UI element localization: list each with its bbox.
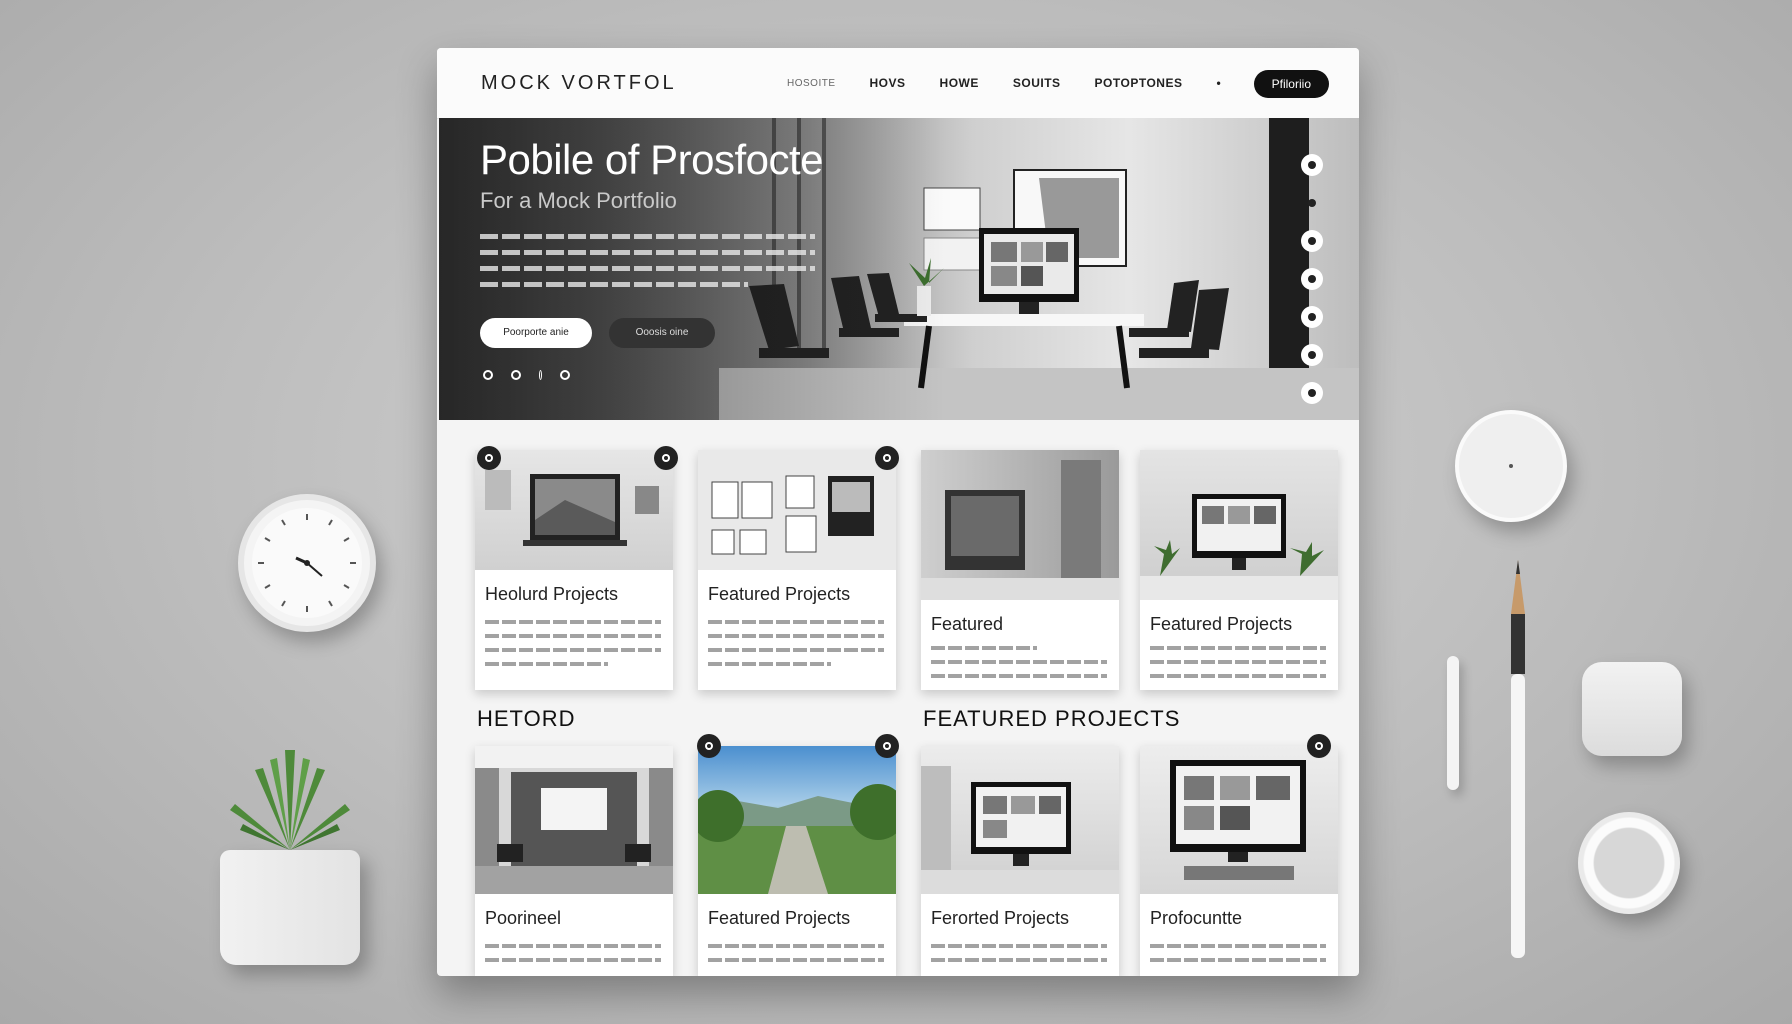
nav-link-more[interactable]: •: [1216, 76, 1221, 90]
nav-links: HOSOITE HOVS HOWE SOUITS POTOPTONES •: [787, 76, 1255, 90]
hero-banner: Pobile of Prosfocte For a Mock Portfolio…: [439, 118, 1359, 420]
project-card[interactable]: Featured Projects: [1140, 450, 1338, 690]
wall-clock: [238, 494, 376, 632]
potted-plant: [215, 730, 365, 965]
project-card[interactable]: Featured Projects: [698, 450, 896, 690]
hero-secondary-button[interactable]: Ooosis oine: [609, 318, 715, 348]
card-title: Ferorted Projects: [931, 908, 1070, 928]
site-logo[interactable]: MOCK VORTFOL: [481, 72, 677, 95]
hero-title: Pobile of Prosfocte: [480, 136, 824, 183]
card-badge-icon[interactable]: [697, 734, 721, 758]
carousel-dot[interactable]: [511, 370, 521, 380]
side-nav-dot[interactable]: [1301, 154, 1323, 176]
card-title: Poorineel: [485, 908, 562, 928]
top-navbar: MOCK VORTFOL HOSOITE HOVS HOWE SOUITS PO…: [437, 48, 1359, 119]
carousel-dots: [483, 370, 570, 380]
side-nav-dot[interactable]: [1301, 306, 1323, 328]
card-badge-icon[interactable]: [477, 446, 501, 470]
project-card[interactable]: Heolurd Projects: [475, 450, 673, 690]
project-card[interactable]: Ferorted Projects: [921, 746, 1119, 976]
project-card[interactable]: Featured: [921, 450, 1119, 690]
eraser-block: [1582, 662, 1682, 756]
side-nav-dot[interactable]: [1301, 382, 1323, 404]
nav-link-hovs[interactable]: HOVS: [870, 76, 906, 90]
nav-link-souits[interactable]: SOUITS: [1013, 76, 1061, 90]
portfolio-site: MOCK VORTFOL HOSOITE HOVS HOWE SOUITS PO…: [437, 48, 1359, 976]
card-title: Featured Projects: [1150, 614, 1293, 634]
side-nav-dot[interactable]: [1301, 192, 1323, 214]
card-title: Featured: [931, 614, 1004, 634]
carousel-dot[interactable]: [539, 370, 542, 380]
card-title: Featured Projects: [708, 584, 851, 604]
card-title: Heolurd Projects: [485, 584, 619, 604]
white-stick: [1447, 656, 1459, 790]
project-card[interactable]: Poorineel: [475, 746, 673, 976]
nav-link-hosoite[interactable]: HOSOITE: [787, 78, 836, 90]
card-title: Featured Projects: [708, 908, 851, 928]
card-badge-icon[interactable]: [875, 446, 899, 470]
side-nav-dot[interactable]: [1301, 344, 1323, 366]
card-badge-icon[interactable]: [875, 734, 899, 758]
round-coaster: [1455, 410, 1567, 522]
section-heading-right: FEATURED PROJECTS: [923, 706, 1181, 731]
carousel-dot[interactable]: [483, 370, 493, 380]
pencil: [1511, 560, 1525, 958]
nav-link-potoptones[interactable]: POTOPTONES: [1095, 76, 1183, 90]
section-heading-left: HETORD: [477, 706, 576, 731]
hero-body-text: [480, 234, 815, 298]
nav-link-howe[interactable]: HOWE: [940, 76, 979, 90]
card-badge-icon[interactable]: [654, 446, 678, 470]
ring-dish: [1578, 812, 1680, 914]
project-card[interactable]: Featured Projects: [698, 746, 896, 976]
side-navigation-dots: [1301, 154, 1323, 404]
card-title: Profocuntte: [1150, 908, 1243, 928]
project-card[interactable]: Profocuntte: [1140, 746, 1338, 976]
carousel-dot[interactable]: [560, 370, 570, 380]
hero-primary-button[interactable]: Poorporte anie: [480, 318, 592, 348]
side-nav-dot[interactable]: [1301, 230, 1323, 252]
portfolio-cta-button[interactable]: Pfiloriio: [1253, 70, 1329, 98]
side-nav-dot[interactable]: [1301, 268, 1323, 290]
card-badge-icon[interactable]: [1307, 734, 1331, 758]
hero-subtitle: For a Mock Portfolio: [480, 188, 677, 213]
